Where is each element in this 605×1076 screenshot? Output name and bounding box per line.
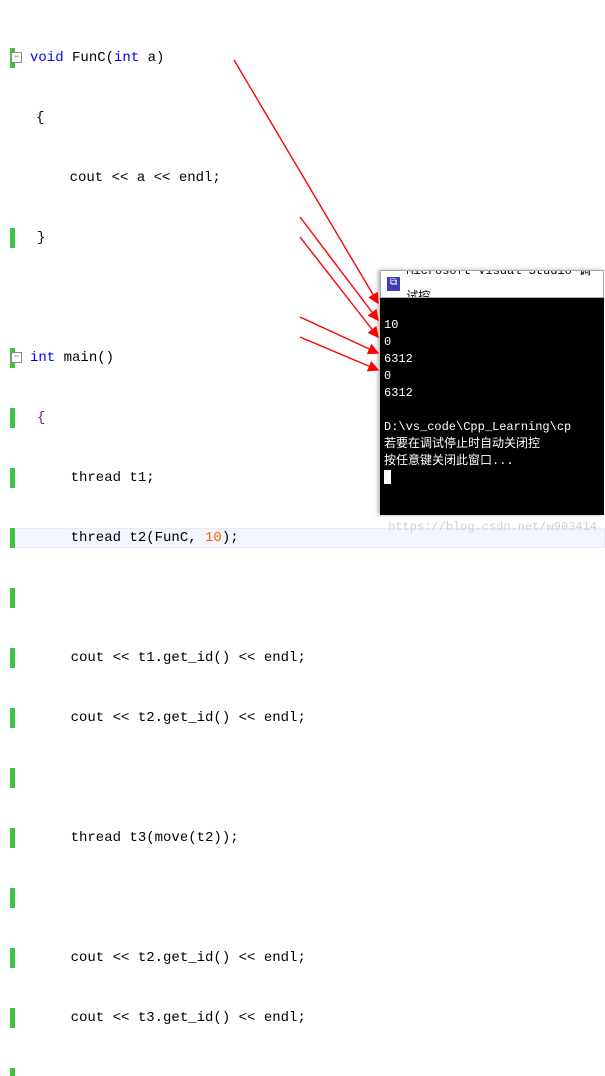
code-line: { bbox=[33, 408, 45, 428]
code-line: cout << t3.get_id() << endl; bbox=[33, 1008, 306, 1028]
console-output: 10 0 6312 0 6312 D:\vs_code\Cpp_Learning… bbox=[380, 298, 604, 492]
vs-icon: ⧉ bbox=[387, 277, 400, 291]
code-line: int bbox=[30, 350, 55, 366]
code-line: thread t1; bbox=[33, 468, 155, 488]
code-line: { bbox=[32, 108, 44, 128]
console-title: Microsoft Visual Studio 调试控 bbox=[406, 270, 603, 298]
console-cursor bbox=[384, 470, 391, 484]
watermark: https://blog.csdn.net/w903414 bbox=[388, 520, 597, 534]
code-line: } bbox=[33, 228, 45, 248]
debug-console: ⧉ Microsoft Visual Studio 调试控 10 0 6312 … bbox=[380, 270, 604, 515]
code-line: cout << t1.get_id() << endl; bbox=[33, 648, 306, 668]
code-line: thread t2(FunC, bbox=[37, 530, 205, 546]
console-title-bar[interactable]: ⧉ Microsoft Visual Studio 调试控 bbox=[380, 270, 604, 298]
code-line: thread t3(move(t2)); bbox=[33, 828, 239, 848]
fold-collapse-icon[interactable]: − bbox=[11, 52, 22, 63]
code-line: cout << t2.get_id() << endl; bbox=[33, 708, 306, 728]
code-line: cout << t2.get_id() << endl; bbox=[33, 948, 306, 968]
fold-collapse-icon[interactable]: − bbox=[11, 352, 22, 363]
code-editor[interactable]: −void FunC(int a) { cout << a << endl; }… bbox=[0, 0, 605, 1076]
code-line: cout << a << endl; bbox=[32, 168, 221, 188]
code-line: void bbox=[30, 50, 64, 66]
